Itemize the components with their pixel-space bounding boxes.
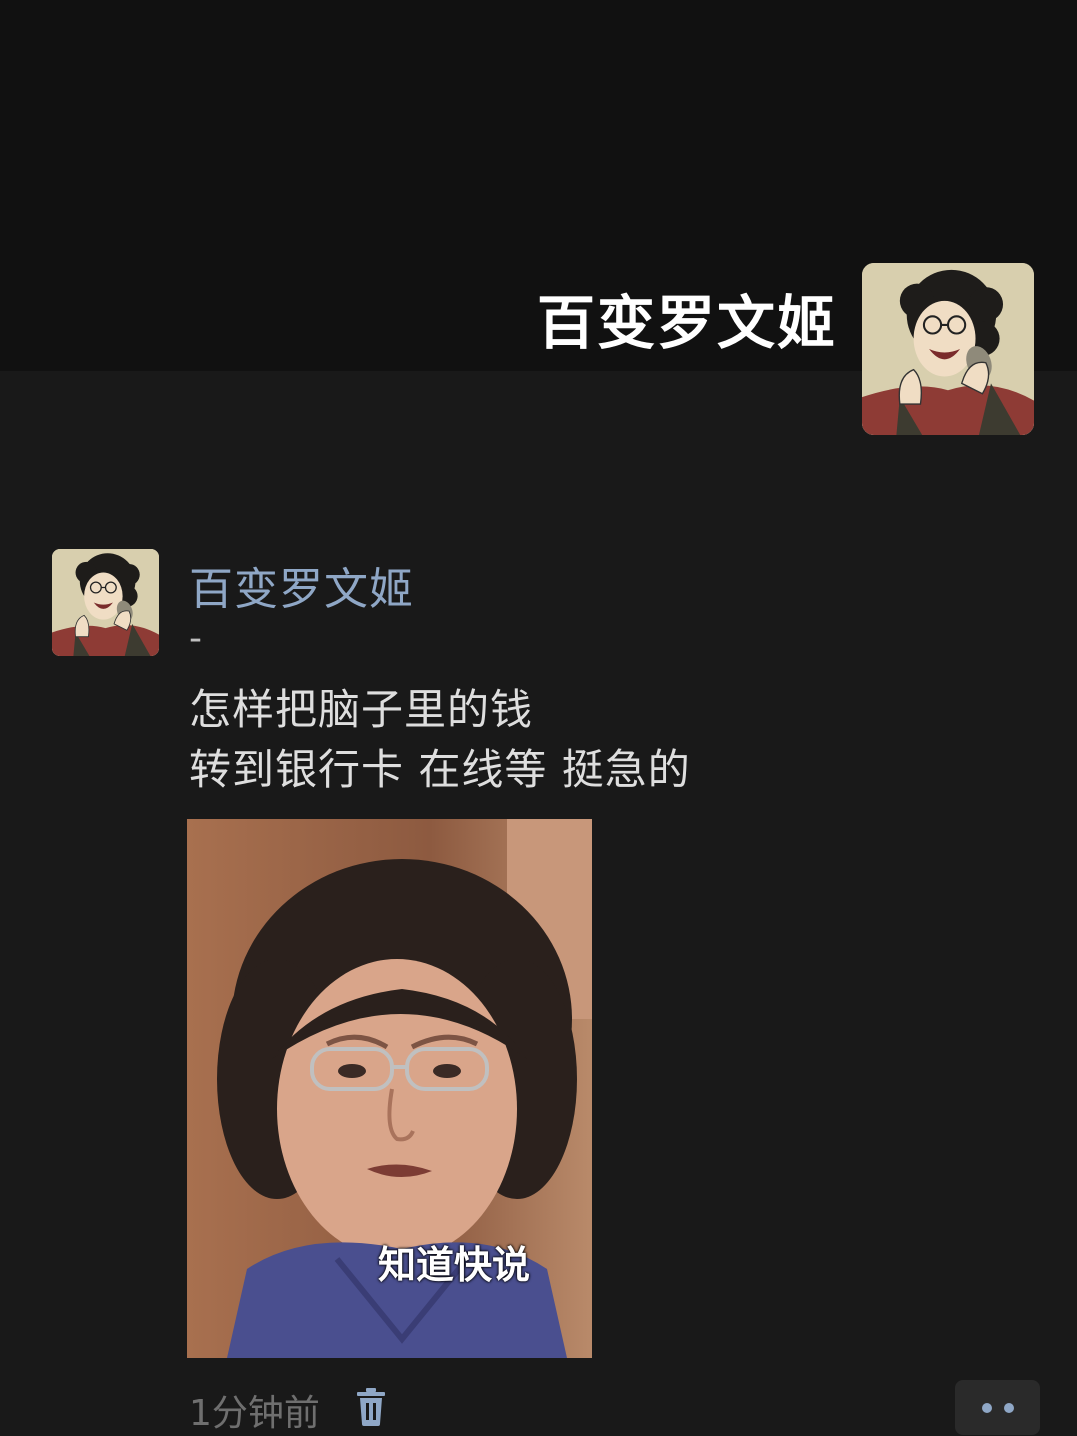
more-dots-icon[interactable] <box>955 1380 1040 1435</box>
post-separator: - <box>189 618 202 659</box>
author-avatar[interactable] <box>52 549 159 656</box>
post-timestamp: 1分钟前 <box>189 1393 320 1434</box>
profile-header: 百变罗文姬 <box>0 0 1077 435</box>
profile-name: 百变罗文姬 <box>536 289 837 357</box>
more-dot <box>981 1402 992 1413</box>
post-text-line: 转到银行卡 在线等 挺急的 <box>189 745 691 794</box>
trash-icon[interactable] <box>355 1388 387 1426</box>
avatar-illustration <box>862 263 1034 435</box>
image-caption: 知道快说 <box>378 1243 531 1287</box>
post-author-name[interactable]: 百变罗文姬 <box>189 553 414 617</box>
avatar-illustration <box>52 549 159 656</box>
profile-avatar[interactable] <box>862 263 1034 435</box>
more-dot <box>1003 1402 1014 1413</box>
post-text-line: 怎样把脑子里的钱 <box>189 685 534 734</box>
